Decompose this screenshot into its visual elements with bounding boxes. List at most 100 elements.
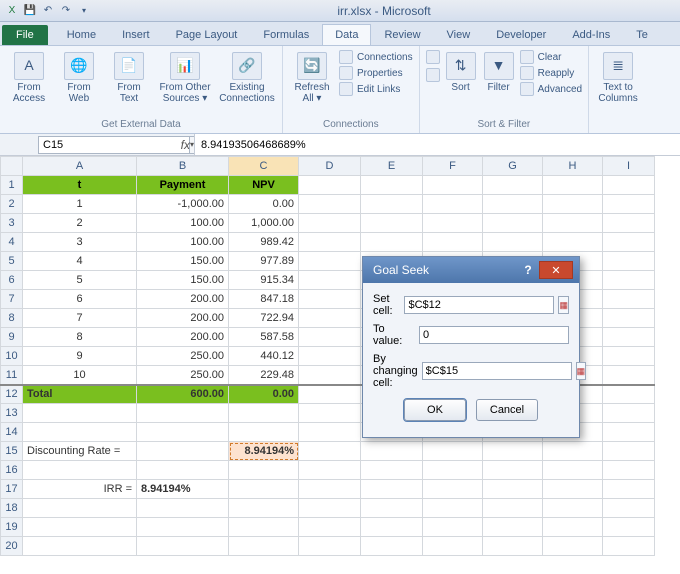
tab-data[interactable]: Data: [322, 24, 371, 45]
cell[interactable]: [299, 385, 361, 404]
col-header[interactable]: H: [543, 157, 603, 176]
cell[interactable]: t: [23, 176, 137, 195]
cell[interactable]: [299, 290, 361, 309]
cell[interactable]: [603, 518, 655, 537]
row-header[interactable]: 5: [1, 252, 23, 271]
cell[interactable]: [299, 271, 361, 290]
tab-review[interactable]: Review: [371, 24, 433, 45]
irr-value[interactable]: 8.94194%: [137, 480, 229, 499]
cell[interactable]: [603, 309, 655, 328]
cell[interactable]: [603, 176, 655, 195]
cell[interactable]: [543, 176, 603, 195]
tab-home[interactable]: Home: [54, 24, 109, 45]
cell[interactable]: [543, 233, 603, 252]
close-icon[interactable]: ✕: [539, 261, 573, 279]
text-to-columns-button[interactable]: ≣Text toColumns: [595, 48, 641, 104]
cell[interactable]: [361, 176, 423, 195]
cell[interactable]: [299, 518, 361, 537]
cell[interactable]: [483, 537, 543, 556]
cell[interactable]: [229, 461, 299, 480]
cell[interactable]: [23, 461, 137, 480]
cell[interactable]: 150.00: [137, 252, 229, 271]
cell[interactable]: [603, 347, 655, 366]
range-selector-icon[interactable]: ▦: [576, 362, 587, 380]
row-header[interactable]: 16: [1, 461, 23, 480]
cell[interactable]: 722.94: [229, 309, 299, 328]
row-header[interactable]: 15: [1, 442, 23, 461]
cell[interactable]: [299, 480, 361, 499]
row-header[interactable]: 12: [1, 385, 23, 404]
fx-button[interactable]: fx: [132, 134, 194, 155]
cell[interactable]: [299, 404, 361, 423]
connections-button[interactable]: Connections: [339, 50, 413, 64]
cell[interactable]: [603, 499, 655, 518]
to-value-input[interactable]: [419, 326, 569, 344]
cell[interactable]: [423, 518, 483, 537]
row-header[interactable]: 2: [1, 195, 23, 214]
cell[interactable]: [299, 309, 361, 328]
cell[interactable]: [543, 461, 603, 480]
cell[interactable]: 847.18: [229, 290, 299, 309]
row-header[interactable]: 8: [1, 309, 23, 328]
cell[interactable]: [299, 195, 361, 214]
cell[interactable]: [137, 518, 229, 537]
cell[interactable]: [23, 499, 137, 518]
cell[interactable]: [423, 461, 483, 480]
range-selector-icon[interactable]: ▦: [558, 296, 569, 314]
row-header[interactable]: 19: [1, 518, 23, 537]
cell[interactable]: [603, 233, 655, 252]
column-headers[interactable]: A B C D E F G H I: [1, 157, 655, 176]
cell[interactable]: [299, 233, 361, 252]
cell[interactable]: [299, 176, 361, 195]
cell[interactable]: [603, 195, 655, 214]
redo-icon[interactable]: ↷: [58, 3, 74, 19]
row-header[interactable]: 6: [1, 271, 23, 290]
cell[interactable]: [23, 537, 137, 556]
cell[interactable]: [423, 499, 483, 518]
tab-insert[interactable]: Insert: [109, 24, 163, 45]
row-header[interactable]: 9: [1, 328, 23, 347]
cell[interactable]: [423, 176, 483, 195]
ok-button[interactable]: OK: [404, 399, 466, 421]
cell[interactable]: [423, 195, 483, 214]
cell[interactable]: 10: [23, 366, 137, 385]
cell[interactable]: [299, 461, 361, 480]
from-text-button[interactable]: 📄FromText: [106, 48, 152, 104]
cell[interactable]: [543, 518, 603, 537]
row-header[interactable]: 10: [1, 347, 23, 366]
cell[interactable]: [299, 347, 361, 366]
reapply-button[interactable]: Reapply: [520, 66, 582, 80]
by-changing-input[interactable]: [422, 362, 572, 380]
from-web-button[interactable]: 🌐FromWeb: [56, 48, 102, 104]
cell[interactable]: [423, 442, 483, 461]
cell[interactable]: 229.48: [229, 366, 299, 385]
dialog-title-bar[interactable]: Goal Seek ? ✕: [363, 257, 579, 283]
help-icon[interactable]: ?: [517, 261, 539, 279]
file-tab[interactable]: File: [2, 25, 48, 45]
sort-az-button[interactable]: A↓Z: [426, 50, 440, 64]
cell[interactable]: [137, 442, 229, 461]
col-header[interactable]: D: [299, 157, 361, 176]
cell[interactable]: 600.00: [137, 385, 229, 404]
cell[interactable]: [229, 518, 299, 537]
cell[interactable]: 0.00: [229, 195, 299, 214]
cell[interactable]: [137, 404, 229, 423]
col-header[interactable]: G: [483, 157, 543, 176]
cell[interactable]: [603, 252, 655, 271]
cell[interactable]: 200.00: [137, 328, 229, 347]
cell[interactable]: [299, 214, 361, 233]
cell[interactable]: [23, 518, 137, 537]
cell[interactable]: [543, 537, 603, 556]
cell[interactable]: 7: [23, 309, 137, 328]
cell[interactable]: [229, 404, 299, 423]
tab-formulas[interactable]: Formulas: [250, 24, 322, 45]
cancel-button[interactable]: Cancel: [476, 399, 538, 421]
cell[interactable]: [361, 461, 423, 480]
discount-rate-label[interactable]: Discounting Rate =: [23, 442, 137, 461]
cell[interactable]: [361, 233, 423, 252]
cell[interactable]: [603, 423, 655, 442]
cell[interactable]: [229, 423, 299, 442]
cell[interactable]: [603, 442, 655, 461]
discount-rate-cell[interactable]: 8.94194%: [229, 442, 299, 461]
cell[interactable]: [483, 461, 543, 480]
